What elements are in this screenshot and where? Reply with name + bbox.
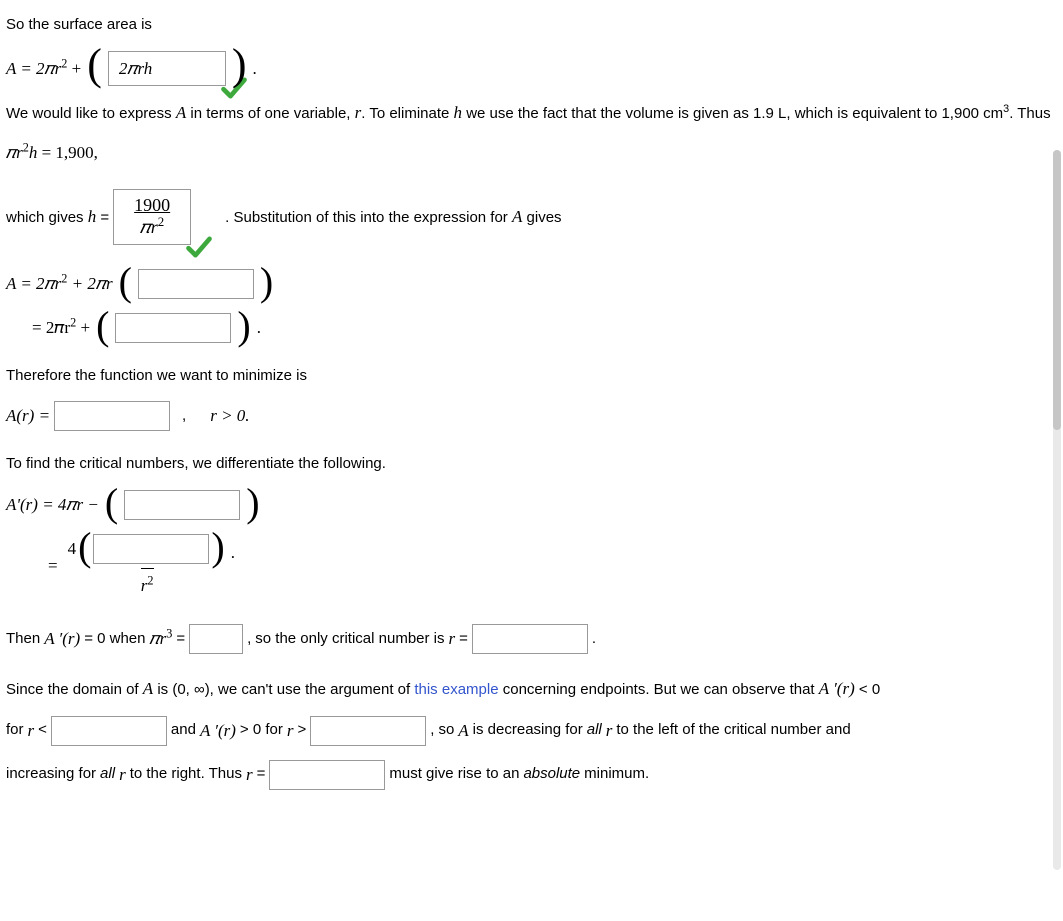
answer-input-4[interactable] xyxy=(115,313,231,343)
eq-A-prime-1: A'(r) = 4𝜋r − ( ) xyxy=(6,490,1057,520)
answer-input-12[interactable] xyxy=(269,760,385,790)
answer-input-8[interactable] xyxy=(189,624,243,654)
eq-lhs: A'(r) = 4𝜋r − xyxy=(6,492,99,518)
eq-lhs: A(r) = xyxy=(6,403,50,429)
text: So the surface area is xyxy=(6,16,152,33)
since-line: Since the domain of A is (0, ∞), we can'… xyxy=(6,676,1057,702)
answer-input-11[interactable] xyxy=(310,716,426,746)
text: . Substitution of this into the expressi… xyxy=(225,204,561,230)
page-root: So the surface area is A = 2𝜋r2 + ( 2𝜋rh… xyxy=(0,0,1063,921)
then-line: Then A ′(r) = 0 when 𝜋r3 = , so the only… xyxy=(6,624,1057,654)
equals: = xyxy=(48,553,58,579)
eq-volume-constraint: 𝜋r2h = 1,900, xyxy=(6,140,1057,166)
answer-input-10[interactable] xyxy=(51,716,167,746)
eq-A-substituted-2: = 2𝜋r2 + ( ) . xyxy=(32,313,1057,343)
answer-box-1[interactable]: 2𝜋rh xyxy=(108,51,226,87)
critical-numbers-text: To find the critical numbers, we differe… xyxy=(6,453,1057,476)
answer-input-6[interactable] xyxy=(124,490,240,520)
check-icon xyxy=(185,233,213,261)
four: 4 xyxy=(68,536,77,562)
text: which gives h = xyxy=(6,204,109,230)
therefore-text: Therefore the function we want to minimi… xyxy=(6,365,1057,388)
increasing-line: increasing for all r to the right. Thus … xyxy=(6,760,1057,790)
scrollbar-thumb[interactable] xyxy=(1053,150,1061,430)
for-line: for r < and A ′(r) > 0 for r > , so A is… xyxy=(6,716,1057,746)
correct-answer-2-wrapper: 1900 𝜋r2 xyxy=(113,189,191,245)
paragraph-eliminate-h: We would like to express A in terms of o… xyxy=(6,100,1056,126)
answer-input-3[interactable] xyxy=(138,269,254,299)
period: . xyxy=(253,56,257,82)
eq-A-of-r: A(r) = , r > 0. xyxy=(6,401,1057,431)
fraction: 4 ( ) r2 xyxy=(68,534,227,599)
eq-A-prime-2: = 4 ( ) r2 . xyxy=(48,534,1057,599)
intro-text-1: So the surface area is xyxy=(6,14,1057,37)
condition: r > 0. xyxy=(210,403,249,429)
eq-lhs: A = 2𝜋r2 + 2𝜋r xyxy=(6,271,113,297)
eq-A-substituted-1: A = 2𝜋r2 + 2𝜋r ( ) xyxy=(6,269,1057,299)
answer-box-2[interactable]: 1900 𝜋r2 xyxy=(113,189,191,245)
answer-input-5[interactable] xyxy=(54,401,170,431)
comma: , xyxy=(182,405,186,428)
this-example-link[interactable]: this example xyxy=(414,681,498,698)
eq-surface-area: A = 2𝜋r2 + ( 2𝜋rh ) . xyxy=(6,51,1057,87)
eq-h-solution: which gives h = 1900 𝜋r2 . Substitution … xyxy=(6,189,1057,245)
period: . xyxy=(231,540,235,566)
period: . xyxy=(257,315,261,341)
correct-answer-1-wrapper: 2𝜋rh xyxy=(108,51,226,87)
vertical-scrollbar[interactable] xyxy=(1053,150,1061,870)
answer-input-9[interactable] xyxy=(472,624,588,654)
eq-lhs: A = 2𝜋r2 + xyxy=(6,56,81,82)
answer-input-7[interactable] xyxy=(93,534,209,564)
eq-lhs: = 2𝜋r2 + xyxy=(32,315,90,341)
